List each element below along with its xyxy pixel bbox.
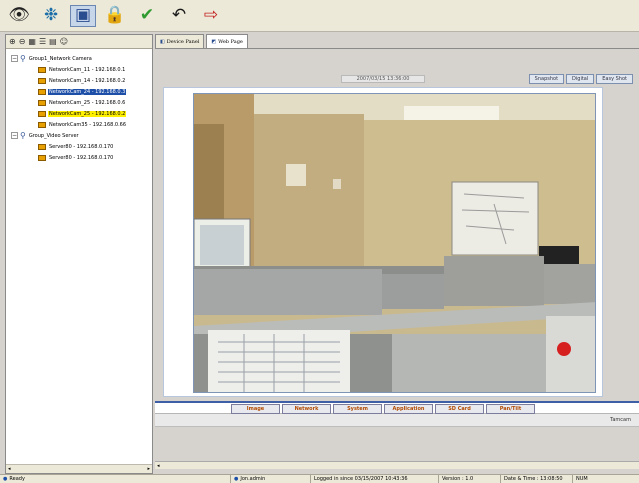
tab-bar: ◧ Device Panel ◩ Web Page xyxy=(155,34,248,48)
tree-camera-item[interactable]: NetworkCam_11 - 192.168.0.1 xyxy=(6,64,152,75)
scroll-left-icon[interactable]: ◂ xyxy=(157,463,160,469)
main-toolbar: 👁 ❉ ▣ 🔒 ✔ ↶ ⇨ xyxy=(0,0,639,32)
lock-icon: 🔒 xyxy=(104,5,126,25)
tree-camera-item[interactable]: NetworkCam_14 - 192.168.0.2 xyxy=(6,75,152,86)
tree-group-network-camera[interactable]: − ⚲ Group1_Network Camera xyxy=(6,53,152,64)
device-tree: − ⚲ Group1_Network Camera NetworkCam_11 … xyxy=(6,49,152,163)
view-mode-buttons: Snapshot Digital Easy Shot xyxy=(528,74,633,84)
users-icon[interactable]: ☺ xyxy=(60,37,68,46)
content-horizontal-scrollbar[interactable]: ◂ xyxy=(155,461,639,469)
tree-server-item[interactable]: Server80 - 192.168.0.170 xyxy=(6,152,152,163)
tree-group-video-server[interactable]: − ⚲ Group_Video Server xyxy=(6,130,152,141)
tab-device-panel[interactable]: ◧ Device Panel xyxy=(155,34,205,48)
camera-icon xyxy=(38,110,46,117)
office-scene-image xyxy=(194,94,595,392)
app-window: 👁 ❉ ▣ 🔒 ✔ ↶ ⇨ ⊕ ⊖ ▦ ☰ ▤ ☺ − ⚲ Group1_Network Camera… xyxy=(0,0,639,483)
network-icon: ❉ xyxy=(43,5,59,25)
tree-horizontal-scrollbar[interactable]: ◂ ▸ xyxy=(6,464,152,473)
network-button[interactable]: ❉ xyxy=(38,5,64,27)
checkmark-button[interactable]: ✔ xyxy=(134,5,160,27)
nav-system-button[interactable]: System xyxy=(333,404,382,414)
tree-camera-item-label: NetworkCam_11 - 192.168.0.1 xyxy=(49,66,126,73)
tree-camera-item[interactable]: NetworkCam_25 - 192.168.0.6 xyxy=(6,97,152,108)
add-group-icon[interactable]: ⊕ xyxy=(9,37,16,46)
nav-sd-card-button[interactable]: SD Card xyxy=(435,404,484,414)
camera-view-button[interactable]: ▣ xyxy=(70,4,96,27)
tree-camera-item-label: NetworkCam_25 - 192.168.0.2 xyxy=(48,110,127,117)
status-user: ● Jon.admin xyxy=(230,474,310,483)
camera-name-row: Tamcam xyxy=(155,414,639,427)
tree-camera-item-label: NetworkCam_14 - 192.168.0.2 xyxy=(49,77,126,84)
collapse-toggle-icon[interactable]: − xyxy=(11,132,18,139)
status-bar: ● Ready ● Jon.admin Logged in since 03/1… xyxy=(0,474,639,483)
tree-camera-item-label: NetworkCam_24 - 192.168.0.3 xyxy=(48,88,127,95)
camera-icon xyxy=(38,121,46,128)
tree-server-item[interactable]: Server80 - 192.168.0.170 xyxy=(6,141,152,152)
tree-camera-item-label: NetworkCam_25 - 192.168.0.6 xyxy=(49,99,126,106)
tree-group-label: Group_Video Server xyxy=(28,132,79,139)
tree-server-item-label: Server80 - 192.168.0.170 xyxy=(49,154,114,161)
easy-shot-button[interactable]: Easy Shot xyxy=(596,74,633,84)
nav-application-button[interactable]: Application xyxy=(384,404,433,414)
device-panel-icon: ◧ xyxy=(160,38,165,45)
eye-icon: 👁 xyxy=(8,5,30,25)
camera-icon xyxy=(38,99,46,106)
tab-label: Device Panel xyxy=(166,38,200,45)
camera-icon xyxy=(38,143,46,150)
nav-network-button[interactable]: Network xyxy=(282,404,331,414)
status-indicator: NUM xyxy=(572,474,592,483)
camera-icon xyxy=(38,66,46,73)
device-tree-panel: ⊕ ⊖ ▦ ☰ ▤ ☺ − ⚲ Group1_Network Camera Network… xyxy=(5,34,153,474)
tab-web-page[interactable]: ◩ Web Page xyxy=(206,34,248,48)
user-icon: ● xyxy=(234,476,239,482)
tree-camera-item[interactable]: NetworkCam_24 - 192.168.0.3 xyxy=(6,86,152,97)
group-icon: ⚲ xyxy=(20,54,26,63)
camera-name: Tamcam xyxy=(610,417,631,423)
tree-camera-item-label: NetworkCam35 - 192.168.0.66 xyxy=(49,121,127,128)
properties-icon[interactable]: ▤ xyxy=(49,37,57,46)
checkmark-icon: ✔ xyxy=(139,5,155,25)
exit-icon: ⇨ xyxy=(203,5,219,25)
status-ready: ● Ready xyxy=(3,476,25,482)
nav-pan-tilt-button[interactable]: Pan/Tilt xyxy=(486,404,535,414)
ready-icon: ● xyxy=(3,476,8,482)
exit-button[interactable]: ⇨ xyxy=(198,5,224,27)
scroll-left-icon[interactable]: ◂ xyxy=(8,466,11,472)
camera-icon xyxy=(38,88,46,95)
nav-buttons: Image Network System Application SD Card Pan/… xyxy=(231,404,535,414)
scroll-right-icon[interactable]: ▸ xyxy=(147,466,150,472)
eye-button[interactable]: 👁 xyxy=(6,5,32,27)
camera-icon xyxy=(38,77,46,84)
undo-arrow-button[interactable]: ↶ xyxy=(166,5,192,27)
status-datetime: Date & Time : 13:08:50 xyxy=(500,474,572,483)
web-page-icon: ◩ xyxy=(211,38,217,45)
remove-group-icon[interactable]: ⊖ xyxy=(19,37,26,46)
web-page-view: 2007/03/15 13:36:00 Snapshot Digital Easy … xyxy=(155,48,639,469)
undo-arrow-icon: ↶ xyxy=(171,5,187,25)
camera-settings-nav: Image Network System Application SD Card Pan/… xyxy=(155,401,639,414)
camera-view-icon: ▣ xyxy=(74,5,92,25)
group-icon: ⚲ xyxy=(20,131,26,140)
tree-camera-item[interactable]: NetworkCam35 - 192.168.0.66 xyxy=(6,119,152,130)
video-frame xyxy=(163,87,603,397)
live-video-feed[interactable] xyxy=(193,93,596,393)
tab-label: Web Page xyxy=(218,38,243,45)
grid-icon[interactable]: ▦ xyxy=(28,37,36,46)
tree-camera-item[interactable]: NetworkCam_25 - 192.168.0.2 xyxy=(6,108,152,119)
tree-group-label: Group1_Network Camera xyxy=(28,55,92,62)
digital-button[interactable]: Digital xyxy=(566,74,595,84)
list-icon[interactable]: ☰ xyxy=(39,37,46,46)
status-version: Version : 1.0 xyxy=(438,474,500,483)
camera-icon xyxy=(38,154,46,161)
camera-timestamp: 2007/03/15 13:36:00 xyxy=(341,75,425,83)
tree-toolbar: ⊕ ⊖ ▦ ☰ ▤ ☺ xyxy=(6,35,152,49)
tree-server-item-label: Server80 - 192.168.0.170 xyxy=(49,143,114,150)
collapse-toggle-icon[interactable]: − xyxy=(11,55,18,62)
nav-image-button[interactable]: Image xyxy=(231,404,280,414)
lock-button[interactable]: 🔒 xyxy=(102,5,128,27)
status-logged-in: Logged in since 03/15/2007 10:43:36 xyxy=(310,474,438,483)
snapshot-button[interactable]: Snapshot xyxy=(528,74,565,84)
